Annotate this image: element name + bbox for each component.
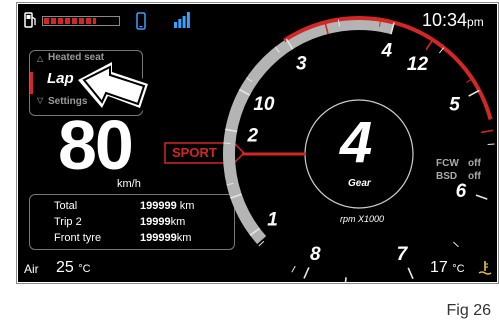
- gear-label: Gear: [348, 178, 371, 189]
- tachometer-label: 8: [310, 244, 321, 265]
- tachometer-tick: [291, 265, 296, 273]
- tachometer-tick: [480, 129, 494, 134]
- indicator-row: BSD off: [436, 171, 481, 182]
- tachometer-label: 6: [456, 181, 467, 202]
- rpm-label: rpm X1000: [340, 214, 385, 224]
- indicator-value: off: [468, 158, 481, 169]
- tachometer-label: 10: [253, 94, 275, 115]
- tachometer-tick: [407, 267, 414, 280]
- tachometer-label: 4: [381, 41, 393, 62]
- coolant-temp-icon: [478, 260, 492, 276]
- tachometer-label: 3: [296, 54, 307, 75]
- indicator-value: off: [468, 171, 481, 182]
- tachometer-tick: [487, 143, 495, 145]
- coolant-temp-value: 17: [430, 259, 448, 276]
- tachometer-tick: [468, 89, 480, 97]
- tachometer-tick: [344, 277, 347, 282]
- gear-value: 4: [340, 110, 373, 175]
- indicator-label: FCW: [436, 158, 459, 169]
- tachometer: 123456781012: [223, 16, 495, 282]
- tachometer-label: 1: [267, 210, 278, 231]
- coolant-temp: 17 °C: [430, 259, 465, 277]
- tachometer-tick: [425, 39, 434, 51]
- tachometer-label: 7: [397, 244, 409, 265]
- tachometer-tick: [223, 142, 231, 144]
- tachometer-tick: [303, 267, 310, 279]
- figure-label: Fig 26: [446, 302, 491, 319]
- indicator-label: BSD: [436, 171, 458, 182]
- tachometer-label: 5: [449, 95, 460, 116]
- tachometer-label: 12: [407, 54, 429, 75]
- dashboard-display: 10:34pm △ Heated seat Lap ▽ Settings 80 …: [18, 4, 497, 282]
- indicator-row: FCW off: [436, 158, 481, 169]
- coolant-temp-unit: °C: [452, 263, 465, 275]
- tachometer-tick: [453, 241, 459, 248]
- tachometer-label: 2: [247, 125, 259, 146]
- tachometer-tick: [475, 194, 488, 200]
